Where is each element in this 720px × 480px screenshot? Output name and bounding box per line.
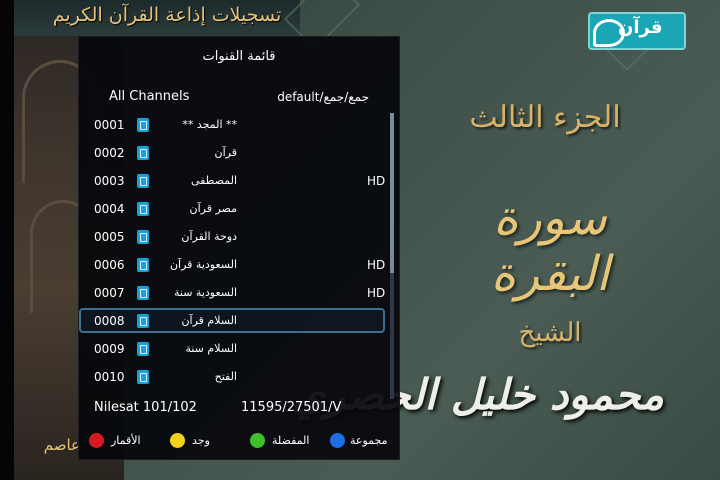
list-scrollbar[interactable] (390, 113, 394, 399)
channel-name: السلام سنة (185, 342, 237, 355)
channel-row[interactable]: 0007 السعودية سنة HD (79, 281, 387, 307)
channel-row-selected[interactable]: 0008 السلام قرآن (79, 308, 387, 335)
green-key-favorites[interactable]: المفضلة (250, 431, 320, 451)
hd-badge: HD (367, 174, 386, 188)
group-name: All Channels (109, 89, 190, 104)
red-key-label: الأقمار (111, 434, 141, 447)
channel-name: المصطفى (190, 174, 237, 187)
channel-row[interactable]: 0006 السعودية قرآن HD (79, 253, 387, 279)
group-path: default/جمع/جمع (277, 90, 369, 104)
frequency-info: 11595/27501/V (241, 400, 342, 415)
channel-row[interactable]: 0001 ** المجد ** (79, 113, 387, 139)
channel-name: دوحة القرآن (181, 230, 237, 243)
tv-channel-icon (137, 370, 149, 384)
channel-number: 0002 (94, 146, 125, 160)
yellow-key-label: وجد (192, 434, 210, 447)
tv-channel-icon (137, 202, 149, 216)
tv-channel-icon (137, 230, 149, 244)
tv-channel-icon (137, 258, 149, 272)
channel-row[interactable]: 0010 الفتح (79, 365, 387, 391)
channel-list-panel: قائمة القنوات All Channels default/جمع/ج… (78, 36, 400, 460)
channel-row[interactable]: 0009 السلام سنة (79, 337, 387, 363)
red-key-satellites[interactable]: الأقمار (89, 431, 159, 451)
green-key-icon (250, 433, 265, 448)
channel-name: قرآن (214, 146, 237, 159)
channel-number: 0004 (94, 202, 125, 216)
channel-name: ** المجد ** (182, 118, 237, 131)
channel-name: مصر قرآن (189, 202, 237, 215)
channel-number: 0003 (94, 174, 125, 188)
channel-number: 0009 (94, 342, 125, 356)
left-partial-name: عاصم (43, 436, 80, 454)
blue-key-group[interactable]: مجموعة (330, 431, 396, 451)
tv-channel-icon (137, 146, 149, 160)
scrollbar-thumb[interactable] (390, 113, 394, 273)
black-border (0, 0, 14, 480)
satellite-name: Nilesat 101/102 (94, 400, 197, 415)
yellow-key-find[interactable]: وجد (170, 431, 240, 451)
hd-badge: HD (367, 286, 386, 300)
channel-name: السعودية سنة (174, 286, 237, 299)
channel-number: 0008 (94, 314, 125, 328)
channel-name: السلام قرآن (181, 314, 237, 327)
blue-key-label: مجموعة (350, 434, 388, 447)
tv-channel-icon (137, 174, 149, 188)
channel-name: السعودية قرآن (169, 258, 237, 271)
channel-number: 0001 (94, 118, 125, 132)
surah-title: سورة البقرة (490, 190, 610, 302)
green-key-label: المفضلة (272, 434, 310, 447)
tv-channel-icon (137, 314, 149, 328)
tv-screen: تسجيلات إذاعة القرآن الكريم قرآن الجزء ا… (0, 0, 720, 480)
reciter-name: محمود خليل الحصري (292, 370, 664, 419)
channel-row[interactable]: 0002 قرآن (79, 141, 387, 167)
tv-channel-icon (137, 118, 149, 132)
banner-title: تسجيلات إذاعة القرآن الكريم (52, 4, 282, 26)
channel-row[interactable]: 0003 المصطفى HD (79, 169, 387, 195)
juz-title: الجزء الثالث (469, 100, 621, 135)
blue-key-icon (330, 433, 345, 448)
channel-number: 0010 (94, 370, 125, 384)
tv-channel-icon (137, 342, 149, 356)
hd-badge: HD (367, 258, 386, 272)
channel-name: الفتح (214, 370, 237, 383)
channel-logo: قرآن (588, 12, 686, 50)
channel-row[interactable]: 0004 مصر قرآن (79, 197, 387, 223)
panel-title: قائمة القنوات (202, 49, 276, 64)
channel-number: 0007 (94, 286, 125, 300)
logo-text: قرآن (618, 17, 663, 38)
red-key-icon (89, 433, 104, 448)
channel-number: 0006 (94, 258, 125, 272)
channel-number: 0005 (94, 230, 125, 244)
channel-row[interactable]: 0005 دوحة القرآن (79, 225, 387, 251)
yellow-key-icon (170, 433, 185, 448)
sheikh-label: الشيخ (518, 318, 582, 348)
tv-channel-icon (137, 286, 149, 300)
